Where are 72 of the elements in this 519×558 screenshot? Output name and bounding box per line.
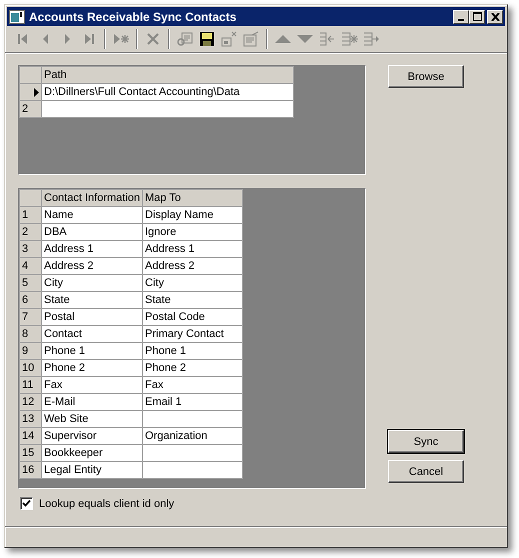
table-cell: City — [42, 274, 142, 292]
current-row-icon — [34, 88, 39, 96]
next-icon — [64, 31, 70, 47]
table-cell: Phone 1 — [42, 342, 142, 360]
maximize-button[interactable] — [469, 10, 485, 24]
row-header[interactable]: 5 — [20, 274, 42, 292]
row-header[interactable]: 7 — [20, 308, 42, 326]
row-header[interactable]: 16 — [20, 462, 42, 478]
row-header[interactable]: 9 — [20, 342, 42, 360]
table-cell: DBA — [42, 224, 142, 240]
table-cell: Email 1 — [142, 394, 242, 410]
table-cell: Primary Contact — [142, 326, 242, 342]
corner-cell — [20, 190, 42, 206]
corner-cell — [20, 66, 42, 84]
table-cell: Ignore — [142, 224, 242, 240]
table-cell: Address 1 — [142, 240, 242, 258]
row-header[interactable]: 10 — [20, 360, 42, 376]
row-header[interactable]: 13 — [20, 410, 42, 428]
delete-icon — [144, 31, 162, 47]
table-cell: Phone 2 — [42, 360, 142, 376]
table-cell: D:\Dillners\Full Contact Accounting\Data — [42, 84, 294, 100]
table-cell: Address 2 — [42, 258, 142, 274]
row-header[interactable] — [20, 84, 42, 100]
row-header[interactable]: 6 — [20, 292, 42, 308]
table-cell: Name — [42, 206, 142, 224]
table-cell: Supervisor — [42, 428, 142, 444]
row-header[interactable]: 4 — [20, 258, 42, 274]
row-header[interactable]: 1 — [20, 206, 42, 224]
row-header[interactable]: 14 — [20, 428, 42, 444]
cancel-button[interactable]: Cancel — [388, 460, 464, 483]
minimize-button[interactable] — [453, 10, 469, 24]
column-header[interactable]: Path — [42, 66, 294, 84]
table-cell: Address 2 — [142, 258, 242, 274]
table-cell: Fax — [142, 376, 242, 394]
table-cell: Web Site — [42, 410, 142, 428]
close-icon — [490, 12, 500, 20]
save-button[interactable] — [197, 29, 217, 49]
row-header[interactable]: 15 — [20, 444, 42, 462]
table-cell: Fax — [42, 376, 142, 394]
table-cell: Phone 1 — [142, 342, 242, 360]
table-cell: Legal Entity — [42, 462, 142, 478]
app-icon — [9, 10, 25, 24]
checkbox-label: Lookup equals client id only — [39, 498, 174, 510]
table-cell: Postal Code — [142, 308, 242, 326]
table-cell: Display Name — [142, 206, 242, 224]
minimize-icon — [458, 18, 464, 20]
table-cell: State — [142, 292, 242, 308]
row-header[interactable]: 8 — [20, 326, 42, 342]
sync-button[interactable]: Sync — [388, 430, 464, 453]
table-cell: Organization — [142, 428, 242, 444]
column-header[interactable]: Contact Information — [42, 190, 142, 206]
lookup-checkbox[interactable] — [20, 497, 33, 510]
row-header[interactable]: 2 — [20, 224, 42, 240]
table-cell: E-Mail — [42, 394, 142, 410]
browse-button[interactable]: Browse — [388, 65, 464, 88]
row-header[interactable]: 12 — [20, 394, 42, 410]
table-cell: Bookkeeper — [42, 444, 142, 462]
row-header[interactable]: 11 — [20, 376, 42, 394]
table-cell: City — [142, 274, 242, 292]
new-icon — [112, 31, 130, 47]
table-cell: Phone 2 — [142, 360, 242, 376]
column-header[interactable]: Map To — [142, 190, 242, 206]
table-cell: Address 1 — [42, 240, 142, 258]
table-cell: State — [42, 292, 142, 308]
maximize-icon — [472, 12, 482, 21]
table-cell: Postal — [42, 308, 142, 326]
table-cell: Contact — [42, 326, 142, 342]
row-header[interactable]: 2 — [20, 100, 42, 118]
row-header[interactable]: 3 — [20, 240, 42, 258]
close-button[interactable] — [487, 10, 503, 24]
window-title: Accounts Receivable Sync Contacts — [29, 10, 238, 24]
save-icon — [198, 31, 216, 47]
